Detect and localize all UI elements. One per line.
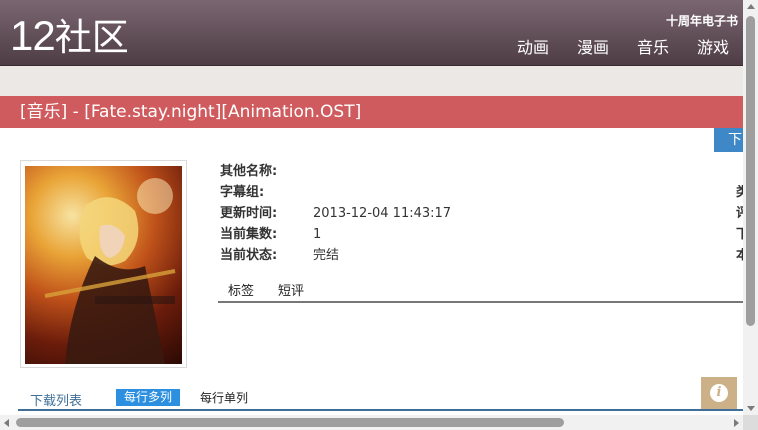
detail-tabs: 标签 短评: [218, 282, 743, 303]
info-label: 其他名称:: [220, 164, 278, 179]
right-column-label: 评: [736, 206, 743, 221]
scroll-down-arrow-icon[interactable]: [747, 406, 755, 411]
info-label: 当前集数:: [220, 227, 278, 242]
scroll-left-arrow-icon[interactable]: [4, 419, 9, 427]
vertical-scroll-thumb[interactable]: [746, 16, 755, 326]
info-button[interactable]: i: [701, 377, 737, 409]
download-list-label[interactable]: 下载列表: [30, 390, 82, 409]
info-label: 字幕组:: [220, 185, 265, 200]
info-label: 更新时间:: [220, 206, 278, 221]
scroll-up-arrow-icon[interactable]: [747, 4, 755, 9]
info-other-names: 其他名称:: [220, 164, 313, 180]
logo-text: 社区: [54, 16, 129, 59]
right-column-label: 本: [736, 248, 743, 263]
info-subtitle-group: 字幕组:: [220, 185, 313, 201]
horizontal-scroll-thumb[interactable]: [16, 418, 564, 427]
page-title: [音乐] - [Fate.stay.night][Animation.OST]: [20, 102, 362, 122]
site-header: 12社区 十周年电子书 动画 漫画 音乐 游戏: [0, 0, 743, 66]
tab-short-reviews[interactable]: 短评: [278, 284, 304, 299]
info-episode-count: 当前集数: 1: [220, 227, 321, 243]
page-title-bar: [音乐] - [Fate.stay.night][Animation.OST]: [0, 96, 743, 128]
nav-music[interactable]: 音乐: [637, 38, 669, 58]
album-cover-image: [25, 166, 182, 364]
layout-multi-column-button[interactable]: 每行多列: [116, 389, 181, 406]
poster-frame: [20, 160, 187, 368]
info-value: 完结: [313, 248, 340, 263]
download-button[interactable]: 下: [714, 128, 743, 152]
subheader-band: [0, 66, 743, 96]
nav-manga[interactable]: 漫画: [577, 38, 609, 58]
horizontal-scrollbar[interactable]: [0, 415, 743, 430]
download-list-bar: 下载列表 每行多列 每行单列: [18, 388, 743, 411]
scrollbar-corner: [743, 415, 758, 430]
site-logo[interactable]: 12社区: [10, 14, 129, 60]
logo-number: 12: [10, 12, 56, 59]
info-label: 当前状态:: [220, 248, 278, 263]
nav-anime[interactable]: 动画: [517, 38, 549, 58]
layout-single-column-button[interactable]: 每行单列: [200, 390, 248, 407]
info-status: 当前状态: 完结: [220, 248, 339, 264]
info-update-time: 更新时间: 2013-12-04 11:43:17: [220, 206, 451, 222]
main-nav: 动画 漫画 音乐 游戏: [517, 38, 729, 58]
vertical-scrollbar[interactable]: [743, 0, 758, 415]
tab-tags[interactable]: 标签: [228, 284, 254, 299]
scroll-right-arrow-icon[interactable]: [734, 419, 739, 427]
right-column-label: 下: [736, 227, 743, 242]
right-column-label: 类: [736, 185, 743, 200]
nav-games[interactable]: 游戏: [697, 38, 729, 58]
info-value: 2013-12-04 11:43:17: [313, 206, 452, 221]
info-value: 1: [313, 227, 322, 242]
anniversary-ebook-link[interactable]: 十周年电子书: [666, 12, 738, 29]
info-icon: i: [710, 384, 728, 402]
